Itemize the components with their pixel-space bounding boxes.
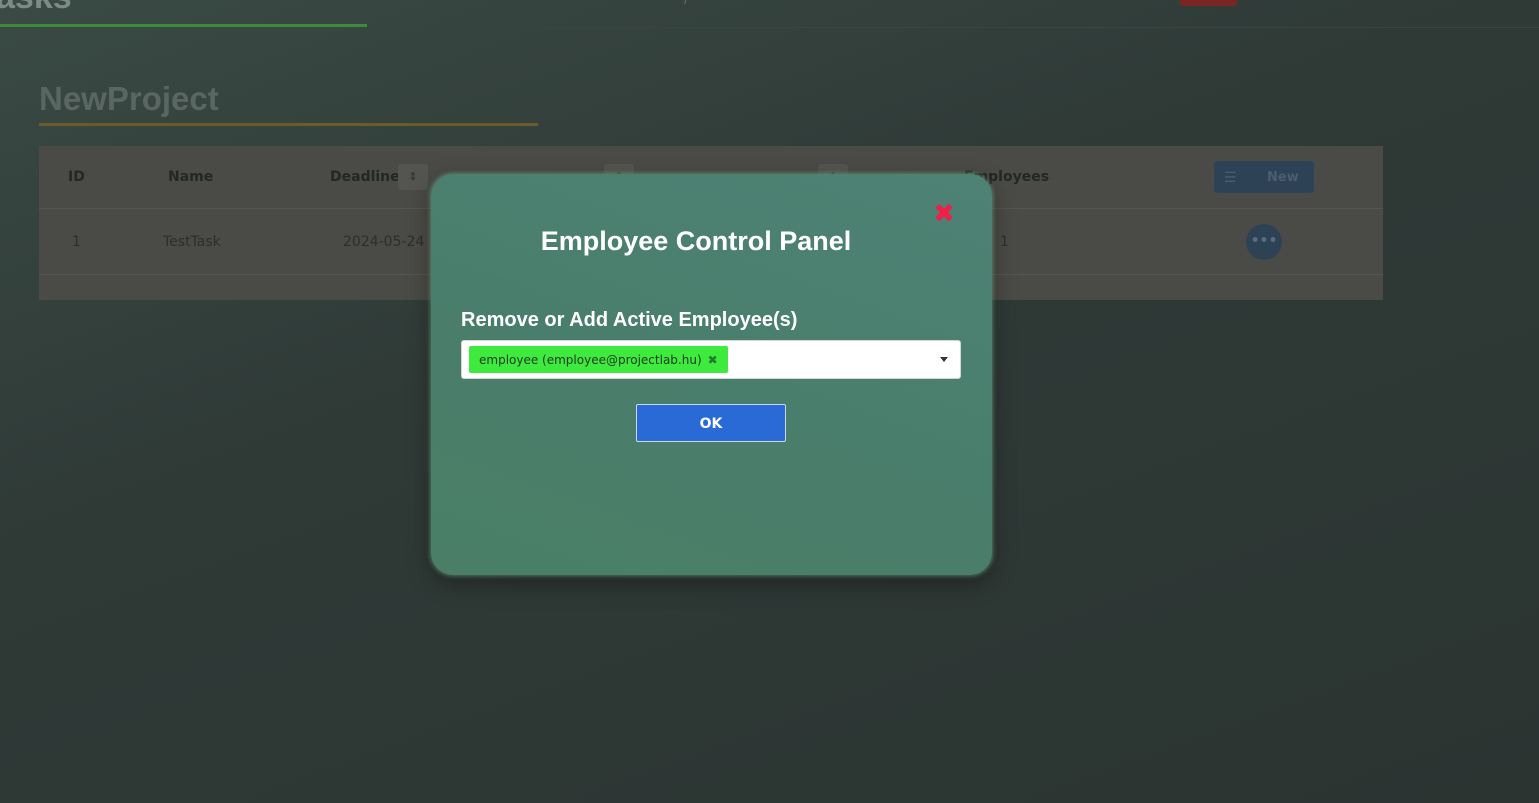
header-name: Name (168, 169, 214, 185)
header-id: ID (68, 169, 85, 185)
nav-separator: / (684, 0, 688, 6)
employee-field-label: Remove or Add Active Employee(s) (461, 309, 798, 331)
more-actions-button[interactable]: ••• (1246, 224, 1282, 260)
row-id: 1 (72, 234, 81, 250)
row-name: TestTask (163, 234, 221, 250)
ok-button[interactable]: OK (636, 404, 786, 442)
modal-title: Employee Control Panel (540, 226, 852, 256)
more-icon: ••• (1250, 233, 1278, 249)
employee-multiselect[interactable]: employee (employee@projectlab.hu) ✖ (461, 340, 961, 379)
chevron-down-icon[interactable] (940, 357, 948, 362)
page-title: NewProject (39, 80, 219, 117)
employee-control-modal: ✖ Employee Control Panel Remove or Add A… (431, 174, 992, 575)
row-employees: 1 (1000, 234, 1009, 250)
selected-employee-chip: employee (employee@projectlab.hu) ✖ (469, 346, 728, 373)
new-task-label: New (1267, 170, 1299, 185)
chip-label: employee (employee@projectlab.hu) (479, 352, 702, 367)
new-task-button[interactable]: ☰ New (1214, 161, 1314, 193)
nav-logout-button[interactable] (1180, 0, 1237, 6)
header-deadline: Deadline (330, 169, 400, 185)
list-icon: ☰ (1224, 170, 1237, 186)
chip-remove-icon[interactable]: ✖ (708, 353, 718, 367)
sort-deadline-button[interactable]: ⇕ (398, 164, 428, 190)
title-underline (39, 123, 538, 126)
top-nav: asks / (0, 0, 1539, 28)
row-deadline: 2024-05-24 (343, 234, 425, 250)
close-icon[interactable]: ✖ (931, 201, 957, 227)
nav-active-indicator (0, 24, 367, 27)
nav-tasks-title[interactable]: asks (0, 0, 72, 17)
